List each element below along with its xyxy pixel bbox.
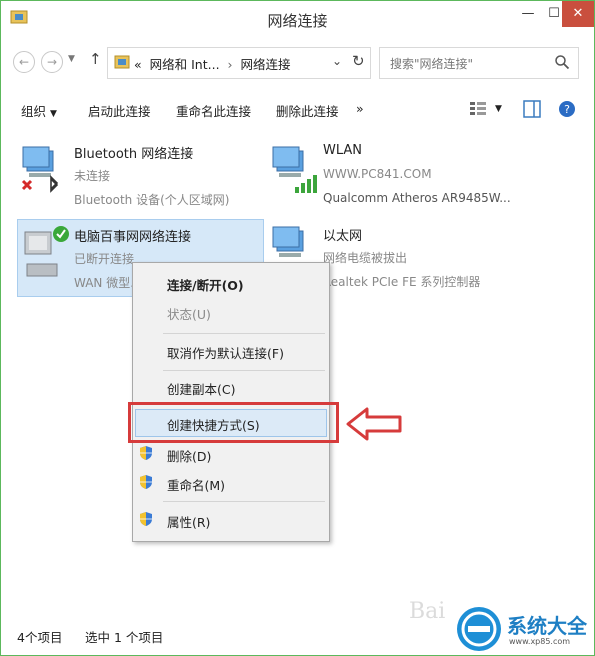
more-commands-button[interactable]: » xyxy=(356,101,364,116)
connection-device: Bluetooth 设备(个人区域网) xyxy=(74,193,230,207)
connection-status: 未连接 xyxy=(74,169,111,183)
chevron-down-icon: ▼ xyxy=(50,109,57,119)
search-icon[interactable] xyxy=(554,54,570,70)
search-placeholder: 搜索"网络连接" xyxy=(390,57,474,71)
menu-separator xyxy=(163,501,325,502)
menu-item-connect-disconnect[interactable]: 连接/断开(O) xyxy=(167,275,244,294)
organize-button[interactable]: 组织 ▼ xyxy=(21,101,57,120)
menu-separator xyxy=(163,370,325,371)
svg-text:?: ? xyxy=(564,103,570,116)
menu-item-delete[interactable]: 删除(D) xyxy=(167,446,211,465)
recent-locations-icon[interactable]: ▼ xyxy=(68,54,75,64)
status-item-count: 4个项目 xyxy=(17,630,63,645)
search-input[interactable]: 搜索"网络连接" xyxy=(379,47,579,79)
uac-shield-icon xyxy=(140,446,152,460)
breadcrumb-network-internet[interactable]: 网络和 Int... xyxy=(150,57,220,72)
organize-label: 组织 xyxy=(21,104,47,119)
breadcrumb-separator[interactable]: › xyxy=(228,57,233,72)
connection-device: Realtek PCIe FE 系列控制器 xyxy=(323,275,481,289)
wan-dialup-icon xyxy=(24,226,69,277)
command-bar: 组织 ▼ 启动此连接 重命名此连接 删除此连接 » ▼ ? xyxy=(1,91,594,127)
preview-pane-icon[interactable] xyxy=(523,100,541,118)
title-bar: 网络连接 — ☐ ✕ xyxy=(1,1,594,37)
path-box[interactable]: « 网络和 Int... › 网络连接 ⌄ ↻ xyxy=(107,47,371,79)
refresh-icon[interactable]: ↻ xyxy=(352,52,365,70)
breadcrumb: « 网络和 Int... › 网络连接 xyxy=(134,54,291,73)
uac-shield-icon xyxy=(140,475,152,489)
menu-item-properties[interactable]: 属性(R) xyxy=(167,512,210,531)
connection-status: 网络电缆被拔出 xyxy=(323,251,408,265)
breadcrumb-network-connections[interactable]: 网络连接 xyxy=(241,57,291,72)
connection-item-wlan[interactable]: WLAN WWW.PC841.COM Qualcomm Atheros AR94… xyxy=(267,139,517,211)
menu-item-status[interactable]: 状态(U) xyxy=(167,304,211,323)
connection-device: Qualcomm Atheros AR9485W... xyxy=(323,191,511,205)
explorer-window: 网络连接 — ☐ ✕ ← → ▼ ↑ « 网络和 Int... › 网络连接 ⌄… xyxy=(0,0,595,656)
logo-text: 系统大全 xyxy=(507,614,587,638)
menu-item-create-copy[interactable]: 创建副本(C) xyxy=(167,379,235,398)
connection-status: 已断开连接 xyxy=(74,252,135,266)
status-selected-count: 选中 1 个项目 xyxy=(85,630,164,645)
network-location-icon xyxy=(114,55,130,69)
back-icon[interactable]: ← xyxy=(13,51,35,73)
logo-url: www.xp85.com xyxy=(509,637,571,646)
start-connection-button[interactable]: 启动此连接 xyxy=(88,101,151,120)
address-bar: ← → ▼ ↑ « 网络和 Int... › 网络连接 ⌄ ↻ 搜索"网络连接" xyxy=(1,45,594,79)
logo-icon xyxy=(457,607,501,651)
view-options-icon[interactable]: ▼ xyxy=(495,104,502,114)
forward-icon[interactable]: → xyxy=(41,51,63,73)
uac-shield-icon xyxy=(140,512,152,526)
connection-item-bluetooth[interactable]: Bluetooth 网络连接 未连接 Bluetooth 设备(个人区域网) xyxy=(17,139,257,211)
menu-separator xyxy=(163,333,325,334)
connection-status: WWW.PC841.COM xyxy=(323,167,432,181)
change-view-icon[interactable] xyxy=(469,101,487,117)
menu-item-cancel-default[interactable]: 取消作为默认连接(F) xyxy=(167,343,284,362)
connection-name: 电脑百事网网络连接 xyxy=(74,230,192,245)
logo-mark-icon xyxy=(461,611,497,647)
wlan-network-icon xyxy=(272,146,317,193)
rename-connection-button[interactable]: 重命名此连接 xyxy=(176,101,251,120)
path-dropdown-icon[interactable]: ⌄ xyxy=(332,54,342,68)
bluetooth-network-icon xyxy=(21,146,59,193)
close-button[interactable]: ✕ xyxy=(562,1,594,27)
delete-connection-button[interactable]: 删除此连接 xyxy=(276,101,339,120)
window-title: 网络连接 xyxy=(267,12,328,30)
minimize-button[interactable]: — xyxy=(516,1,540,27)
connection-name: WLAN xyxy=(323,143,363,158)
pointer-arrow-icon xyxy=(346,407,402,441)
connection-name: Bluetooth 网络连接 xyxy=(74,147,194,162)
highlight-box xyxy=(128,402,339,443)
breadcrumb-overflow[interactable]: « xyxy=(134,57,142,72)
connection-name: 以太网 xyxy=(323,229,363,244)
help-icon[interactable]: ? xyxy=(558,100,576,118)
up-icon[interactable]: ↑ xyxy=(89,50,102,68)
menu-item-rename[interactable]: 重命名(M) xyxy=(167,475,225,494)
